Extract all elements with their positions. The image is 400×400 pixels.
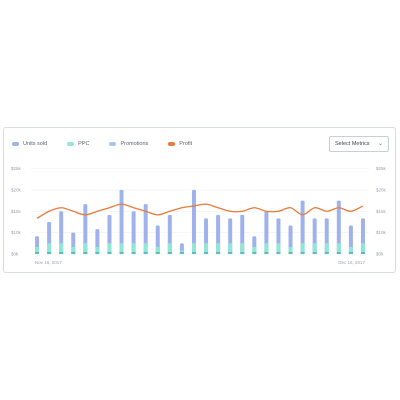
bar-base	[360, 252, 365, 254]
bar-base	[71, 252, 76, 254]
bar-base	[228, 252, 233, 254]
bar-base	[131, 252, 136, 254]
bar-base	[155, 252, 160, 254]
bar-base	[216, 252, 221, 254]
bar-base	[240, 252, 245, 254]
y-tick-label-right: $25k	[376, 166, 387, 171]
bar-base	[312, 252, 317, 254]
bar-base	[83, 252, 88, 254]
bar-base	[95, 252, 100, 254]
bar-base	[59, 252, 64, 254]
bar-base	[119, 252, 124, 254]
chart-plot: $0k $0k $10k $10k $15k $15k $20k $20k $25k $25k No…	[11, 166, 387, 265]
bar-base	[300, 252, 305, 254]
y-tick-label-right: $0k	[376, 252, 384, 257]
bar-base	[252, 252, 257, 254]
bar-base	[348, 252, 353, 254]
bar-base	[204, 252, 209, 254]
y-tick-label-left: $25k	[11, 166, 22, 171]
bar-base	[324, 252, 329, 254]
bar-base	[191, 252, 196, 254]
bar-base	[143, 252, 148, 254]
bar-base	[276, 252, 281, 254]
bar-base	[179, 252, 184, 254]
bar-base	[107, 252, 112, 254]
y-tick-label-right: $10k	[376, 230, 387, 235]
bar-base	[167, 252, 172, 254]
bar-base	[47, 252, 52, 254]
y-tick-label-left: $20k	[11, 187, 22, 192]
bar-base	[264, 252, 269, 254]
y-tick-label-left: $15k	[11, 209, 22, 214]
y-tick-label-left: $0k	[11, 252, 19, 257]
y-tick-label-right: $15k	[376, 209, 387, 214]
x-tick-label-start: Nov 16, 2017	[35, 260, 62, 265]
y-tick-label-right: $20k	[376, 187, 387, 192]
bar-base	[288, 252, 293, 254]
chart-card: Units sold PPC Promotions Profit Select …	[3, 127, 396, 273]
bar-base	[336, 252, 341, 254]
bar-base	[35, 252, 40, 254]
y-tick-label-left: $10k	[11, 230, 22, 235]
x-tick-label-end: Dec 16, 2017	[338, 260, 365, 265]
